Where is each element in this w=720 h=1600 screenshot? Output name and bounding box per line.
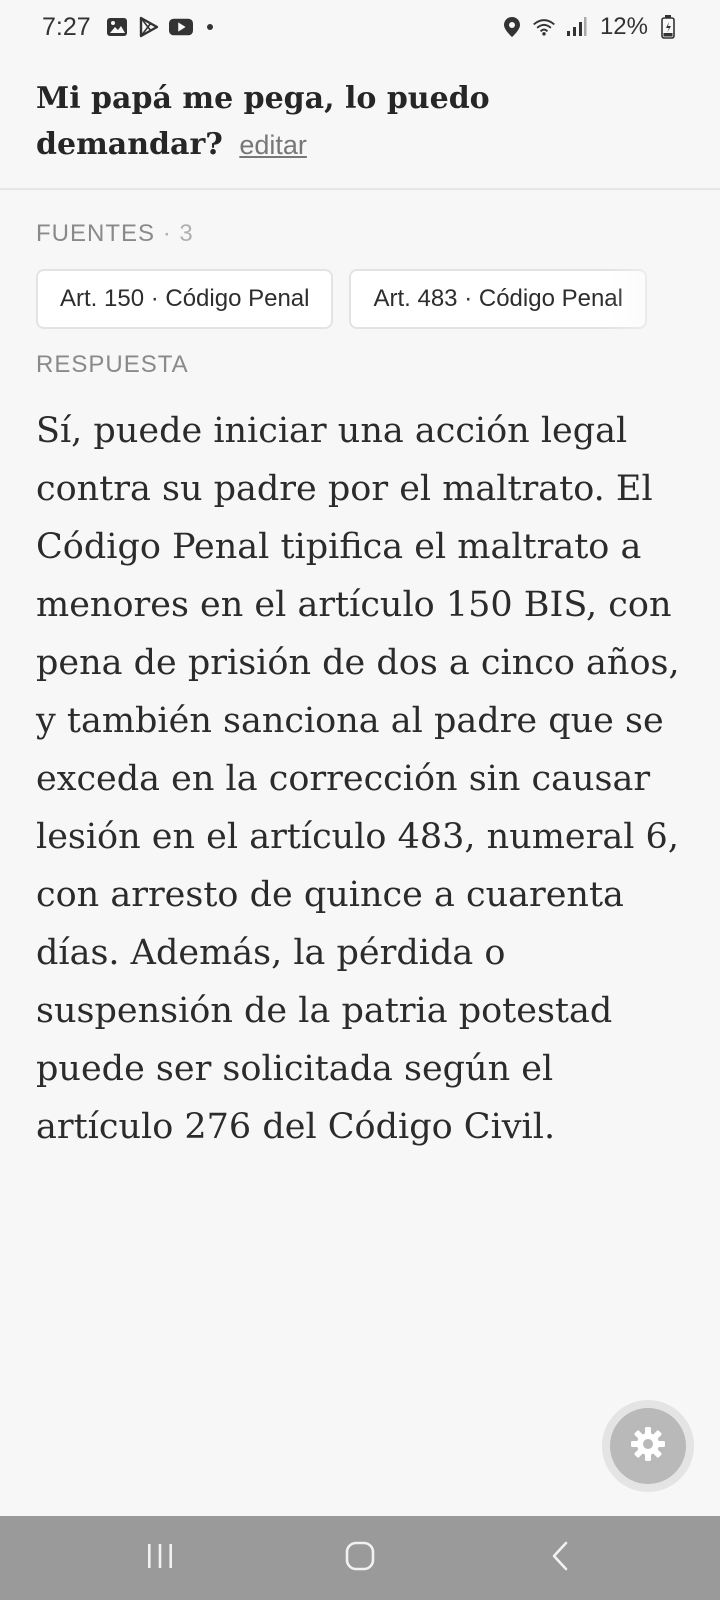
sources-label: FUENTES · 3: [36, 220, 194, 248]
status-bar: 7:27 12%: [0, 0, 720, 54]
back-icon: [550, 1541, 570, 1576]
sources-fade-edge: [610, 262, 720, 332]
question-title: Mi papá me pega, lo puedo demandar? edit…: [36, 76, 684, 168]
question-header: Mi papá me pega, lo puedo demandar? edit…: [0, 54, 720, 190]
wifi-icon: [532, 15, 556, 39]
home-button[interactable]: [320, 1528, 400, 1588]
sources-label-text: FUENTES: [36, 220, 156, 247]
system-nav-bar: [0, 1516, 720, 1600]
answer-label: RESPUESTA: [36, 351, 189, 378]
status-time: 7:27: [42, 12, 91, 41]
recents-button[interactable]: [120, 1528, 200, 1588]
play-store-icon: [137, 15, 161, 39]
settings-button[interactable]: [602, 1400, 694, 1492]
notification-dot: [206, 24, 213, 30]
source-chip[interactable]: Art. 150 · Código Penal: [36, 269, 334, 329]
answer-text: Sí, puede iniciar una acción legal contr…: [36, 411, 680, 1147]
gallery-icon: [105, 15, 129, 39]
edit-question-link[interactable]: editar: [239, 130, 307, 160]
status-right: 12%: [500, 13, 680, 41]
recents-icon: [145, 1542, 175, 1575]
signal-icon: [564, 15, 588, 39]
battery-icon: [656, 15, 680, 39]
location-icon: [500, 15, 524, 39]
gear-icon: [628, 1424, 668, 1469]
settings-button-circle: [610, 1408, 686, 1484]
sources-count: · 3: [162, 220, 194, 247]
youtube-icon: [168, 15, 193, 39]
app-screen: 7:27 12% Mi papá me pega, lo puedo deman…: [0, 0, 720, 1600]
source-chip[interactable]: Art. 483 · Código Penal: [349, 269, 647, 329]
home-icon: [345, 1541, 375, 1576]
battery-percent: 12%: [599, 13, 648, 40]
back-button[interactable]: [520, 1528, 600, 1588]
status-left: 7:27: [42, 13, 213, 42]
